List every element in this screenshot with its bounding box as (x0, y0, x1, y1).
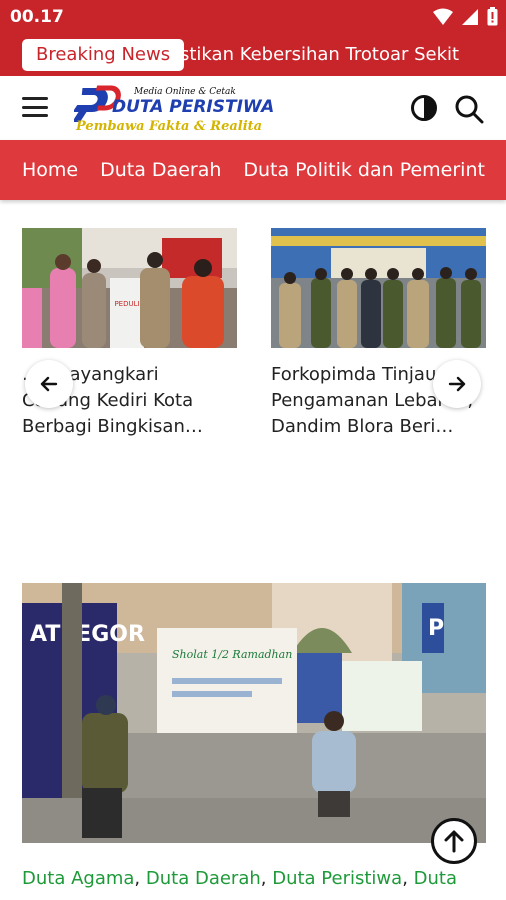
carousel-prev-button[interactable] (25, 360, 73, 408)
cellular-signal-icon (462, 8, 478, 25)
parking-sign-letter: P (428, 616, 444, 641)
logo-brand: DUTA PERISTIWA (112, 97, 274, 117)
arrow-right-icon (448, 376, 466, 392)
breaking-news-bar[interactable]: stikan Kebersihan Trotoar Sekit Breaking… (0, 34, 506, 76)
battery-icon (487, 7, 498, 26)
breaking-news-ticker[interactable]: stikan Kebersihan Trotoar Sekit (180, 44, 459, 65)
breaking-news-badge: Breaking News (22, 39, 185, 71)
app-header: Media Online & Cetak DUTA PERISTIWA Pemb… (0, 76, 506, 140)
carousel-next-button[interactable] (433, 360, 481, 408)
category-separator: , (402, 868, 414, 889)
arrow-left-icon (40, 376, 58, 392)
featured-banner-text: Sholat 1/2 Ramadhan (172, 648, 292, 661)
status-bar: 00.17 (0, 0, 506, 34)
site-logo[interactable]: Media Online & Cetak DUTA PERISTIWA Pemb… (74, 82, 274, 136)
status-time: 00.17 (10, 7, 64, 27)
category-link[interactable]: Duta (414, 868, 457, 889)
category-link[interactable]: Duta Peristiwa (272, 868, 402, 889)
category-link[interactable]: Duta Agama (22, 868, 134, 889)
news-card-image[interactable]: PEDULI (22, 228, 237, 348)
status-icons (433, 7, 498, 26)
category-separator: , (134, 868, 146, 889)
scroll-to-top-button[interactable] (431, 818, 477, 864)
article-categories: Duta Agama, Duta Daerah, Duta Peristiwa,… (22, 868, 457, 889)
nav-item-duta-daerah[interactable]: Duta Daerah (100, 159, 221, 181)
featured-article-image[interactable]: P ATI EGOR Sholat 1/2 Ramadhan (22, 583, 486, 843)
logo-tagline-top: Media Online & Cetak (133, 87, 236, 97)
nav-item-home[interactable]: Home (22, 159, 78, 181)
category-nav: Home Duta Daerah Duta Politik dan Pemeri… (0, 140, 506, 200)
category-separator: , (260, 868, 273, 889)
news-card[interactable]: Forkopimda Tinjau Pengamanan Lebaran, Da… (271, 228, 486, 440)
search-icon[interactable] (454, 94, 484, 124)
arrow-up-icon (444, 830, 464, 853)
nav-item-duta-politik[interactable]: Duta Politik dan Pemerint (243, 159, 485, 181)
theme-toggle-icon[interactable] (410, 94, 438, 122)
category-link[interactable]: Duta Daerah (146, 868, 261, 889)
news-card-image[interactable] (271, 228, 486, 348)
news-card[interactable]: PEDULI … Bhayangkari Cabang Kediri Kota … (22, 228, 237, 440)
featured-side-banner-text: ATI EGOR (30, 622, 145, 647)
logo-slogan: Pembawa Fakta & Realita (75, 119, 262, 134)
hamburger-menu-icon[interactable] (22, 97, 48, 117)
wifi-icon (433, 8, 453, 25)
card-banner-text: PEDULI (114, 300, 139, 308)
